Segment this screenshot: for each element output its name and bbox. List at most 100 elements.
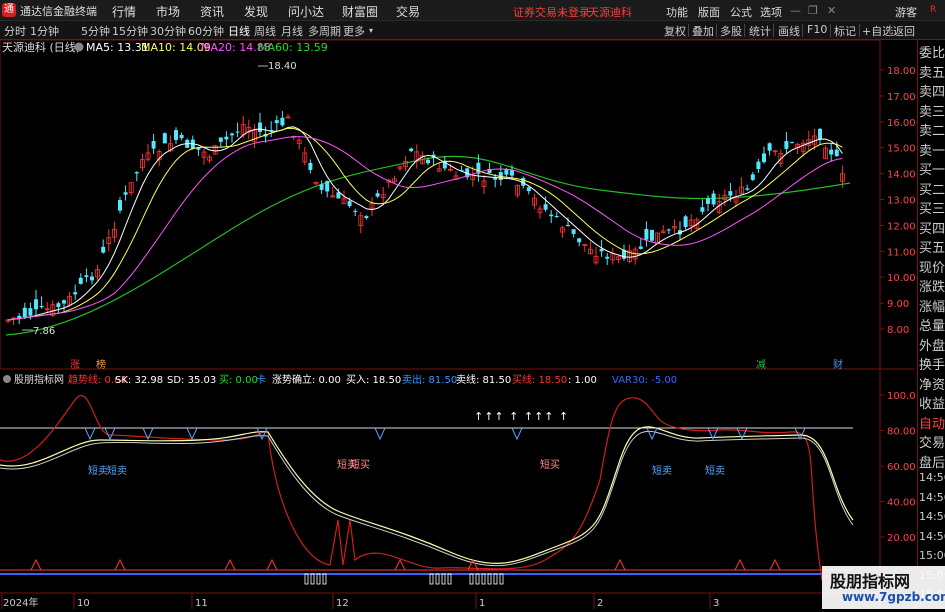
candle-body	[566, 225, 570, 227]
login-notice[interactable]: 证券交易未登录	[513, 4, 590, 20]
side-panel-item[interactable]: 收益	[919, 393, 945, 412]
tab-30min[interactable]: 30分钟	[150, 23, 186, 39]
ma-path	[7, 136, 843, 321]
btn-f10[interactable]: F10	[807, 23, 827, 36]
menu-trade[interactable]: 交易	[396, 3, 420, 20]
side-panel-item[interactable]: 卖二	[919, 120, 945, 139]
limit-up-marker[interactable]: 涨	[70, 359, 80, 371]
candle-body	[319, 184, 324, 190]
side-panel-item[interactable]: 换手	[919, 354, 945, 373]
candles	[5, 110, 845, 326]
tab-daily[interactable]: 日线	[228, 23, 250, 39]
candle-body	[767, 143, 772, 151]
signal-buy-2: 短买	[350, 458, 370, 471]
side-panel-item[interactable]: 买五	[919, 237, 945, 256]
uptrend-arrows: ↑↑↑ ↑ ↑↑↑ ↑	[474, 410, 569, 423]
side-panel-item[interactable]: 外盘	[919, 335, 945, 354]
btn-multistock[interactable]: 多股	[720, 23, 742, 39]
buy-triangle	[266, 558, 278, 571]
side-panel-item[interactable]: 涨跌	[919, 276, 945, 295]
side-panel-item[interactable]: 涨幅	[919, 296, 945, 315]
btn-add-watchlist[interactable]: +自选	[862, 23, 893, 39]
menu-market[interactable]: 市场	[156, 3, 180, 20]
price-tick-label: 8.00	[887, 325, 909, 336]
maximize-button[interactable]: ❐	[808, 4, 818, 17]
date-axis: 2024年 10 11 12 1 2 3	[1, 593, 719, 609]
btn-stats[interactable]: 统计	[749, 23, 771, 39]
side-panel-item[interactable]: 交易	[919, 432, 945, 451]
date-label-nov: 11	[195, 598, 208, 609]
menu-options[interactable]: 选项	[760, 4, 782, 20]
menu-wealth[interactable]: 财富圈	[342, 3, 378, 20]
menu-quotes[interactable]: 行情	[112, 3, 136, 20]
indicator-label: 买线: 18.50	[512, 373, 567, 386]
tab-5min[interactable]: 5分钟	[81, 23, 110, 39]
tab-15min[interactable]: 15分钟	[112, 23, 148, 39]
side-panel-item[interactable]: 卖一	[919, 140, 945, 159]
rank-marker[interactable]: 榜	[96, 358, 106, 371]
minimize-button[interactable]: —	[790, 4, 801, 17]
close-button[interactable]: ✕	[827, 4, 836, 17]
btn-back[interactable]: 返回	[893, 23, 915, 39]
side-panel-item[interactable]: 14:56	[919, 510, 945, 523]
candle-body	[750, 174, 755, 180]
menu-news[interactable]: 资讯	[200, 3, 224, 20]
btn-overlay[interactable]: 叠加	[692, 23, 714, 39]
indicator-lines	[0, 395, 854, 585]
side-panel-item[interactable]: 卖三	[919, 101, 945, 120]
candle-body	[39, 305, 44, 308]
side-panel-item[interactable]: 总量	[919, 315, 945, 334]
menu-layout[interactable]: 版面	[698, 4, 720, 20]
volume-tick	[429, 573, 434, 585]
side-panel-item[interactable]: 15:00	[919, 549, 945, 562]
price-tick-label: 14.00	[887, 170, 915, 181]
tab-weekly[interactable]: 周线	[254, 23, 276, 39]
candle-body	[728, 191, 733, 196]
side-panel-item[interactable]: 14:56	[919, 491, 945, 504]
candle-body	[549, 214, 554, 217]
side-panel-item[interactable]: 买二	[919, 179, 945, 198]
dropdown-circle-icon[interactable]	[74, 42, 84, 52]
side-panel-item[interactable]: 自动	[919, 413, 945, 432]
btn-draw[interactable]: 画线	[778, 23, 800, 39]
chart-area[interactable]: 天源迪科 (日线) MA5: 13.31 MA10: 14.09 MA20: 1…	[0, 39, 916, 609]
high-price-label: 18.40	[268, 61, 297, 72]
tab-more[interactable]: 更多	[343, 23, 365, 39]
tab-monthly[interactable]: 月线	[281, 23, 303, 39]
menu-ask[interactable]: 问小达	[288, 3, 324, 20]
price-tick-label: 17.00	[887, 92, 915, 103]
candle-body	[274, 120, 279, 124]
candle-body	[151, 140, 156, 149]
menu-function[interactable]: 功能	[666, 4, 688, 20]
tab-multi-period[interactable]: 多周期	[308, 23, 341, 39]
side-panel-item[interactable]: 14:56	[919, 471, 945, 484]
side-panel-item[interactable]: 卖五	[919, 62, 945, 81]
candle-body	[218, 137, 223, 142]
side-panel-item[interactable]: 净资	[919, 374, 945, 393]
btn-mark[interactable]: 标记	[834, 23, 856, 39]
side-panel-item[interactable]: 卖四	[919, 81, 945, 100]
reduce-marker[interactable]: 减	[756, 359, 766, 371]
side-panel-item[interactable]: 现价	[919, 257, 945, 276]
volume-tick	[481, 573, 486, 585]
candle-body	[543, 204, 548, 210]
side-panel-item[interactable]: 买一	[919, 159, 945, 178]
finance-marker[interactable]: 财	[833, 358, 843, 371]
tab-1min[interactable]: 1分钟	[30, 23, 59, 39]
candle-body	[375, 193, 380, 197]
kline-chart-svg[interactable]: 天源迪科 (日线) MA5: 13.31 MA10: 14.09 MA20: 1…	[0, 39, 916, 609]
side-panel-item[interactable]: 盘后	[919, 452, 945, 471]
side-panel-item[interactable]: 委比	[919, 42, 945, 61]
ma-path	[7, 127, 843, 321]
tab-timeshare[interactable]: 分时	[4, 23, 26, 39]
guest-label[interactable]: 游客	[895, 4, 917, 20]
menu-discover[interactable]: 发现	[244, 3, 268, 20]
indicator-name[interactable]: 股朋指标网	[14, 373, 64, 386]
btn-adjust[interactable]: 复权	[664, 23, 686, 39]
side-panel-item[interactable]: 买四	[919, 218, 945, 237]
side-panel-item[interactable]: 14:56	[919, 530, 945, 543]
side-panel-item[interactable]: 买三	[919, 198, 945, 217]
menu-formula[interactable]: 公式	[730, 4, 752, 20]
indicator-dropdown-icon[interactable]	[3, 375, 11, 383]
tab-60min[interactable]: 60分钟	[188, 23, 224, 39]
